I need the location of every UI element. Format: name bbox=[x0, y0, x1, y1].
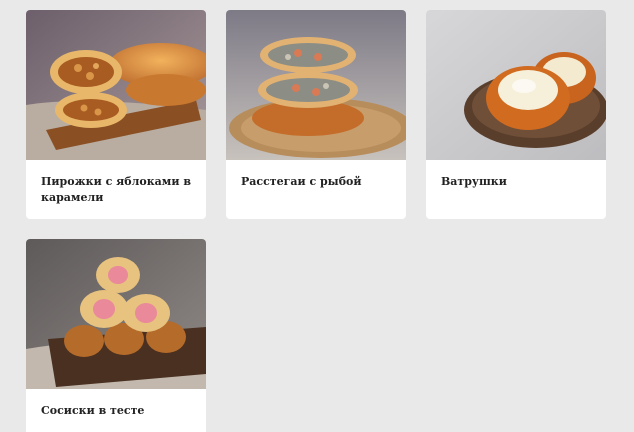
product-title[interactable]: Пирожки с яблоками в карамели bbox=[26, 160, 206, 218]
sausage-rolls-photo[interactable] bbox=[26, 239, 206, 389]
product-title[interactable]: Расстегаи с рыбой bbox=[226, 160, 406, 202]
product-card[interactable]: Расстегаи с рыбой bbox=[226, 10, 406, 219]
product-card[interactable]: Сосиски в тесте bbox=[26, 239, 206, 432]
product-title[interactable]: Сосиски в тесте bbox=[26, 389, 206, 431]
product-card[interactable]: Ватрушки bbox=[426, 10, 606, 219]
product-title[interactable]: Ватрушки bbox=[426, 160, 606, 202]
product-card[interactable]: Пирожки с яблоками в карамели bbox=[26, 10, 206, 219]
vatrushki-photo[interactable] bbox=[426, 10, 606, 160]
apple-pies-photo[interactable] bbox=[26, 10, 206, 160]
fish-rasstegai-photo[interactable] bbox=[226, 10, 406, 160]
product-grid: Пирожки с яблоками в карамели Расстегаи … bbox=[0, 0, 634, 432]
